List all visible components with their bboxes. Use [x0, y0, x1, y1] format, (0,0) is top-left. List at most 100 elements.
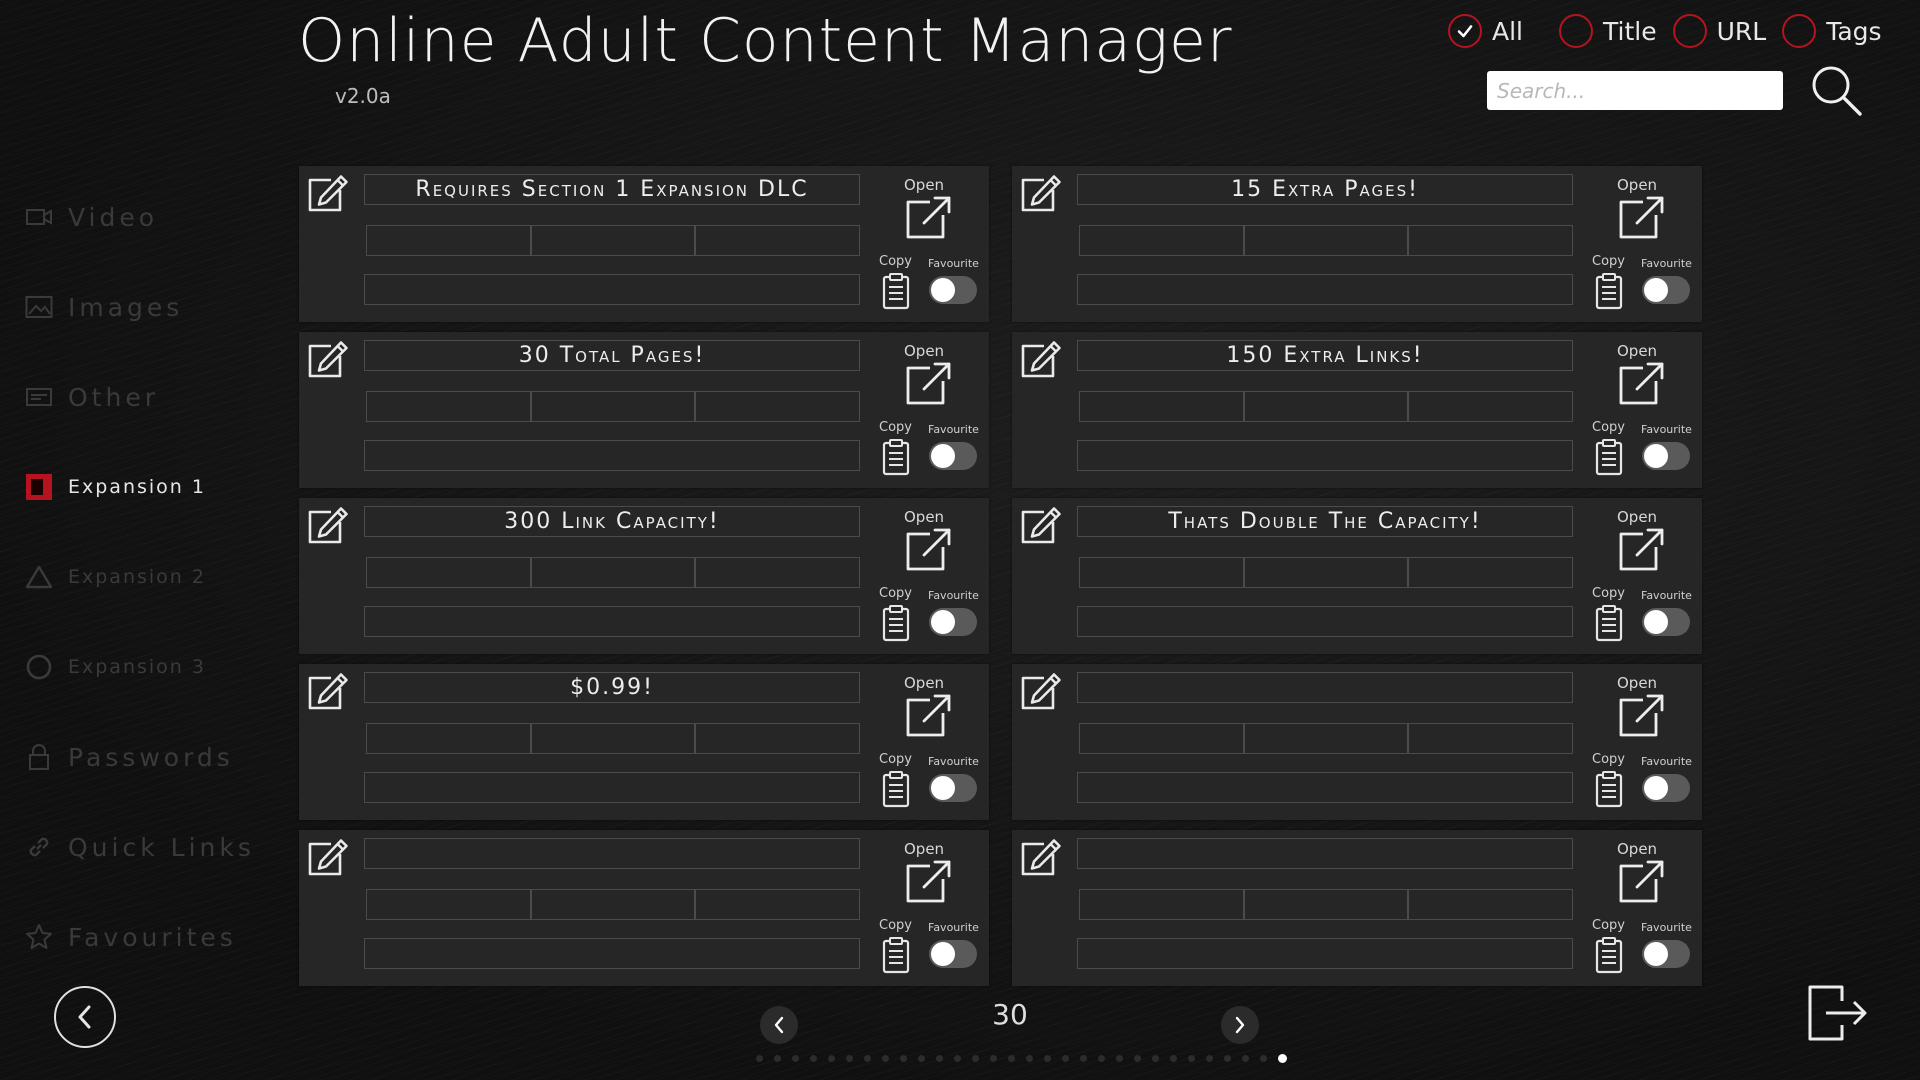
- card-title[interactable]: $0.99!: [364, 672, 860, 703]
- tag-field[interactable]: [1243, 391, 1409, 422]
- sidebar-item-quick-links[interactable]: Quick Links: [24, 802, 304, 892]
- tag-field[interactable]: [1407, 391, 1574, 422]
- logout-button[interactable]: [1806, 983, 1870, 1043]
- radio-title[interactable]: [1559, 14, 1593, 48]
- card-title[interactable]: [1077, 838, 1573, 869]
- page-dot[interactable]: [918, 1055, 925, 1062]
- tag-field[interactable]: [366, 225, 532, 256]
- search-button[interactable]: [1808, 62, 1864, 118]
- back-button[interactable]: [54, 986, 116, 1048]
- sidebar-item-images[interactable]: Images: [24, 262, 304, 352]
- page-dot[interactable]: [846, 1055, 853, 1062]
- url-field[interactable]: [1077, 938, 1573, 969]
- edit-button[interactable]: [305, 838, 349, 878]
- tag-field[interactable]: [694, 225, 861, 256]
- page-dot[interactable]: [810, 1055, 817, 1062]
- tag-field[interactable]: [1079, 225, 1245, 256]
- page-dot[interactable]: [954, 1055, 961, 1062]
- edit-button[interactable]: [1018, 672, 1062, 712]
- page-dot[interactable]: [756, 1055, 763, 1062]
- page-dot[interactable]: [1170, 1055, 1177, 1062]
- page-dot[interactable]: [1242, 1055, 1249, 1062]
- favourite-toggle[interactable]: [1642, 608, 1690, 636]
- edit-button[interactable]: [305, 340, 349, 380]
- page-dot[interactable]: [1098, 1055, 1105, 1062]
- favourite-toggle[interactable]: [1642, 276, 1690, 304]
- tag-field[interactable]: [366, 723, 532, 754]
- tag-field[interactable]: [694, 889, 861, 920]
- url-field[interactable]: [364, 606, 860, 637]
- page-dot[interactable]: [1224, 1055, 1231, 1062]
- tag-field[interactable]: [1243, 723, 1409, 754]
- tag-field[interactable]: [1079, 723, 1245, 754]
- page-dot[interactable]: [1026, 1055, 1033, 1062]
- edit-button[interactable]: [305, 672, 349, 712]
- card-title[interactable]: 150 Extra Links!: [1077, 340, 1573, 371]
- favourite-toggle[interactable]: [929, 276, 977, 304]
- card-title[interactable]: Thats Double The Capacity!: [1077, 506, 1573, 537]
- tag-field[interactable]: [530, 225, 696, 256]
- tag-field[interactable]: [1407, 557, 1574, 588]
- card-title[interactable]: 30 Total Pages!: [364, 340, 860, 371]
- open-button[interactable]: [904, 195, 954, 241]
- tag-field[interactable]: [530, 889, 696, 920]
- page-dot[interactable]: [1152, 1055, 1159, 1062]
- url-field[interactable]: [364, 440, 860, 471]
- favourite-toggle[interactable]: [1642, 442, 1690, 470]
- sidebar-item-other[interactable]: Other: [24, 352, 304, 442]
- tag-field[interactable]: [1243, 225, 1409, 256]
- copy-button[interactable]: [882, 438, 910, 476]
- tag-field[interactable]: [1407, 889, 1574, 920]
- open-button[interactable]: [904, 527, 954, 573]
- tag-field[interactable]: [694, 557, 861, 588]
- tag-field[interactable]: [1243, 557, 1409, 588]
- url-field[interactable]: [364, 772, 860, 803]
- url-field[interactable]: [1077, 274, 1573, 305]
- url-field[interactable]: [1077, 606, 1573, 637]
- sidebar-item-passwords[interactable]: Passwords: [24, 712, 304, 802]
- open-button[interactable]: [904, 361, 954, 407]
- open-button[interactable]: [1617, 693, 1667, 739]
- page-dot[interactable]: [1116, 1055, 1123, 1062]
- page-dot[interactable]: [864, 1055, 871, 1062]
- copy-button[interactable]: [1595, 438, 1623, 476]
- favourite-toggle[interactable]: [929, 940, 977, 968]
- url-field[interactable]: [364, 274, 860, 305]
- page-dot[interactable]: [792, 1055, 799, 1062]
- favourite-toggle[interactable]: [929, 608, 977, 636]
- favourite-toggle[interactable]: [929, 442, 977, 470]
- page-dot[interactable]: [936, 1055, 943, 1062]
- tag-field[interactable]: [1079, 889, 1245, 920]
- filter-tags[interactable]: Tags: [1782, 14, 1882, 48]
- card-title[interactable]: 15 Extra Pages!: [1077, 174, 1573, 205]
- open-button[interactable]: [904, 859, 954, 905]
- page-dot[interactable]: [882, 1055, 889, 1062]
- previous-page-button[interactable]: [760, 1006, 798, 1044]
- page-dot[interactable]: [1008, 1055, 1015, 1062]
- tag-field[interactable]: [1407, 723, 1574, 754]
- tag-field[interactable]: [530, 557, 696, 588]
- open-button[interactable]: [904, 693, 954, 739]
- open-button[interactable]: [1617, 859, 1667, 905]
- sidebar-item-expansion-1[interactable]: Expansion 1: [24, 442, 304, 532]
- page-dot[interactable]: [1062, 1055, 1069, 1062]
- page-dot[interactable]: [828, 1055, 835, 1062]
- edit-button[interactable]: [1018, 838, 1062, 878]
- tag-field[interactable]: [1079, 391, 1245, 422]
- copy-button[interactable]: [1595, 604, 1623, 642]
- page-dot[interactable]: [1044, 1055, 1051, 1062]
- favourite-toggle[interactable]: [929, 774, 977, 802]
- tag-field[interactable]: [530, 391, 696, 422]
- filter-url[interactable]: URL: [1672, 14, 1766, 48]
- copy-button[interactable]: [882, 272, 910, 310]
- tag-field[interactable]: [530, 723, 696, 754]
- page-dot[interactable]: [1134, 1055, 1141, 1062]
- copy-button[interactable]: [1595, 272, 1623, 310]
- copy-button[interactable]: [882, 604, 910, 642]
- sidebar-item-expansion-2[interactable]: Expansion 2: [24, 532, 304, 622]
- tag-field[interactable]: [366, 557, 532, 588]
- radio-all[interactable]: [1448, 14, 1482, 48]
- edit-button[interactable]: [1018, 506, 1062, 546]
- edit-button[interactable]: [1018, 174, 1062, 214]
- page-dot[interactable]: [990, 1055, 997, 1062]
